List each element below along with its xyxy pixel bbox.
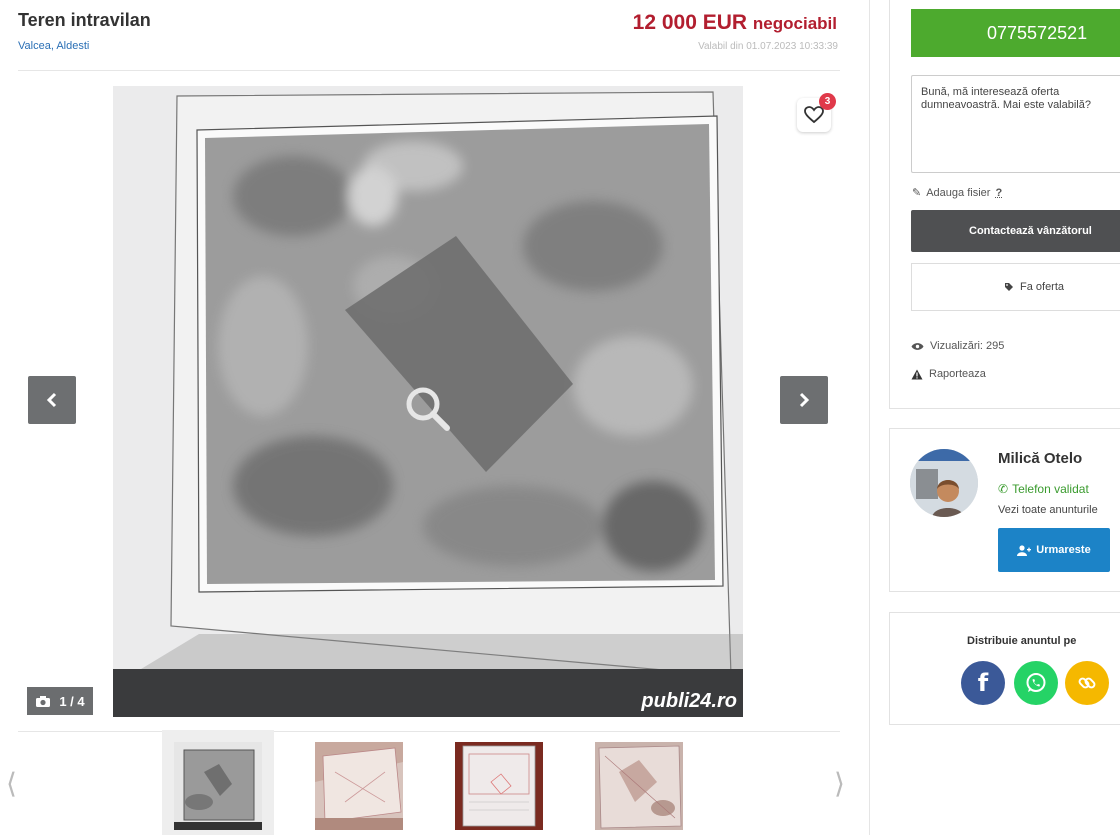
report-text: Raporteaza	[929, 368, 986, 380]
listing-price: 12 000 EUR negociabil	[633, 11, 837, 34]
thumbnail-3[interactable]	[455, 742, 543, 830]
chevron-left-icon	[46, 392, 57, 408]
warning-icon	[911, 369, 923, 379]
tag-icon	[1005, 283, 1013, 291]
follow-label: Urmareste	[1036, 544, 1091, 556]
paperclip-icon: ✎	[912, 187, 922, 199]
make-offer-button[interactable]: Fa oferta	[911, 263, 1120, 311]
views-text: Vizualizări: 295	[930, 340, 1005, 352]
favorite-button[interactable]: 3	[797, 93, 836, 132]
message-textarea[interactable]: Bună, mă interesează oferta dumneavoastr…	[911, 75, 1120, 173]
gallery-next-button[interactable]	[780, 376, 828, 424]
price-block: 12 000 EUR negociabil	[633, 11, 837, 35]
thumbnail-prev-arrow[interactable]: ⟨	[6, 770, 17, 798]
report-link[interactable]: Raporteaza	[911, 368, 986, 380]
share-link-button[interactable]	[1065, 661, 1109, 705]
price-note: negociabil	[752, 14, 837, 33]
contact-panel: 0775572521 Bună, mă interesează oferta d…	[889, 0, 1120, 409]
photo-counter: 1 / 4	[27, 687, 93, 715]
avatar[interactable]	[910, 449, 978, 517]
eye-icon	[911, 342, 924, 350]
listing-valid-date: Valabil din 01.07.2023 10:33:39	[698, 41, 838, 52]
header-divider	[18, 70, 840, 71]
listing-location[interactable]: Valcea, Aldesti	[18, 40, 89, 52]
watermark: publi24.ro	[641, 690, 737, 712]
listing-title: Teren intravilan	[18, 10, 151, 30]
share-facebook-button[interactable]: f	[961, 661, 1005, 705]
main-photo[interactable]: publi24.ro	[113, 86, 743, 717]
make-offer-label: Fa oferta	[1020, 281, 1065, 293]
seller-card: Milică Otelo ✆ Telefon validat Vezi toat…	[889, 428, 1120, 592]
gallery-prev-button[interactable]	[28, 376, 76, 424]
thumbnail-4[interactable]	[595, 742, 683, 830]
link-icon	[1078, 677, 1096, 689]
show-phone-button[interactable]: 0775572521	[911, 9, 1120, 57]
follow-button[interactable]: Urmareste	[998, 528, 1110, 572]
camera-icon	[36, 695, 51, 707]
photo-counter-text: 1 / 4	[59, 693, 85, 709]
facebook-icon: f	[977, 669, 989, 697]
heart-icon	[804, 106, 824, 124]
attach-file-label: Adauga fisier	[926, 186, 991, 199]
share-panel: Distribuie anuntul pe f	[889, 612, 1120, 725]
whatsapp-icon	[1026, 673, 1046, 692]
price-value: 12 000 EUR	[632, 11, 748, 34]
thumbnail-next-arrow[interactable]: ⟩	[834, 770, 845, 798]
all-ads-link[interactable]: Vezi toate anunturile	[998, 504, 1098, 516]
attach-file-link[interactable]: ✎ Adauga fisier ?	[912, 186, 1002, 200]
share-whatsapp-button[interactable]	[1014, 661, 1058, 705]
chevron-right-icon	[799, 392, 810, 408]
views-count: Vizualizări: 295	[911, 340, 1004, 352]
favorites-count-badge: 3	[819, 93, 836, 110]
phone-validated-status: ✆ Telefon validat	[998, 482, 1089, 496]
phone-icon: ✆	[998, 482, 1009, 496]
thumbnail-divider	[18, 731, 840, 732]
share-title: Distribuie anuntul pe	[967, 635, 1077, 647]
listing-main: Teren intravilan Valcea, Aldesti 12 000 …	[0, 0, 870, 835]
seller-name[interactable]: Milică Otelo	[998, 450, 1082, 467]
user-plus-icon	[1017, 544, 1032, 556]
thumbnail-1[interactable]	[162, 730, 274, 835]
thumbnail-2[interactable]	[315, 742, 403, 830]
phone-validated-text: Telefon validat	[1012, 482, 1089, 496]
attach-help-icon[interactable]: ?	[995, 187, 1002, 199]
contact-seller-button[interactable]: Contactează vânzătorul	[911, 210, 1120, 252]
